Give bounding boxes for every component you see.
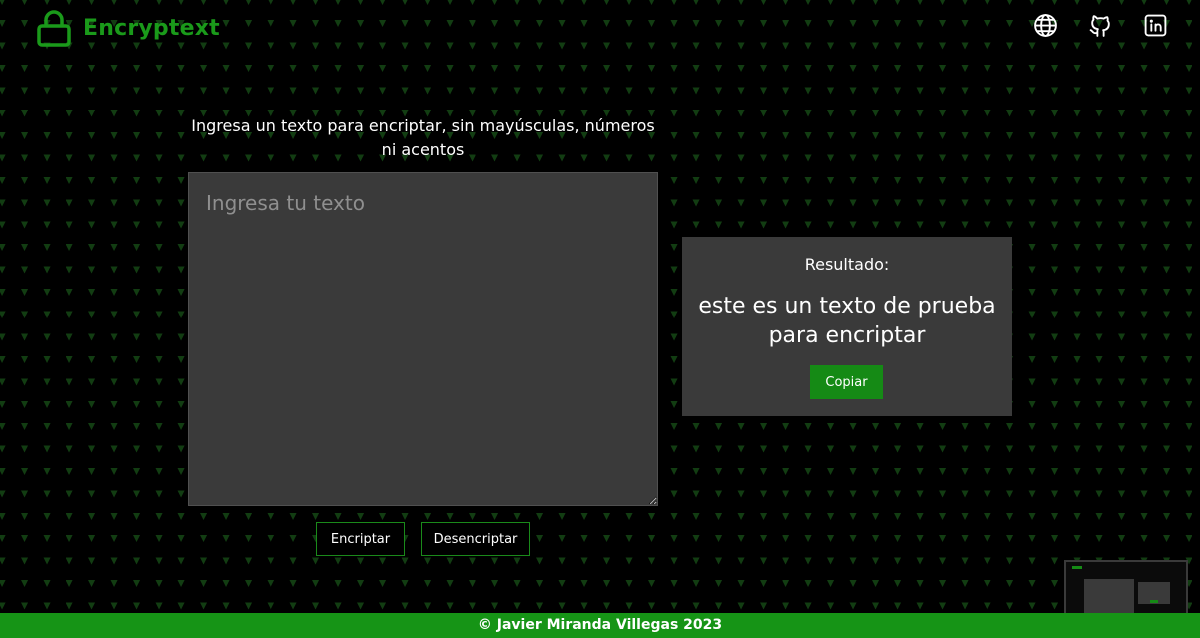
- encrypt-button[interactable]: Encriptar: [316, 522, 405, 556]
- text-input[interactable]: [188, 172, 658, 506]
- input-instructions: Ingresa un texto para encriptar, sin may…: [191, 116, 655, 159]
- thumbnail-input: [1084, 579, 1134, 613]
- result-label: Resultado:: [804, 255, 890, 274]
- thumbnail-button: [1150, 600, 1158, 603]
- decrypt-button[interactable]: Desencriptar: [421, 522, 530, 556]
- copyright-text: © Javier Miranda Villegas 2023: [477, 617, 723, 633]
- linkedin-icon[interactable]: [1143, 13, 1168, 38]
- result-panel: Resultado: este es un texto de prueba pa…: [682, 237, 1012, 416]
- thumbnail-logo: [1072, 566, 1082, 569]
- result-text: este es un texto de prueba para encripta…: [698, 294, 996, 348]
- copy-button[interactable]: Copiar: [810, 365, 883, 399]
- app-title: Encryptext: [83, 15, 220, 41]
- logo[interactable]: Encryptext: [36, 9, 220, 47]
- globe-icon[interactable]: [1033, 13, 1058, 38]
- github-icon[interactable]: [1088, 13, 1113, 38]
- footer: © Javier Miranda Villegas 2023: [0, 613, 1200, 638]
- header: Encryptext: [0, 0, 1200, 56]
- lock-icon: [37, 10, 71, 47]
- social-nav: [1033, 13, 1168, 38]
